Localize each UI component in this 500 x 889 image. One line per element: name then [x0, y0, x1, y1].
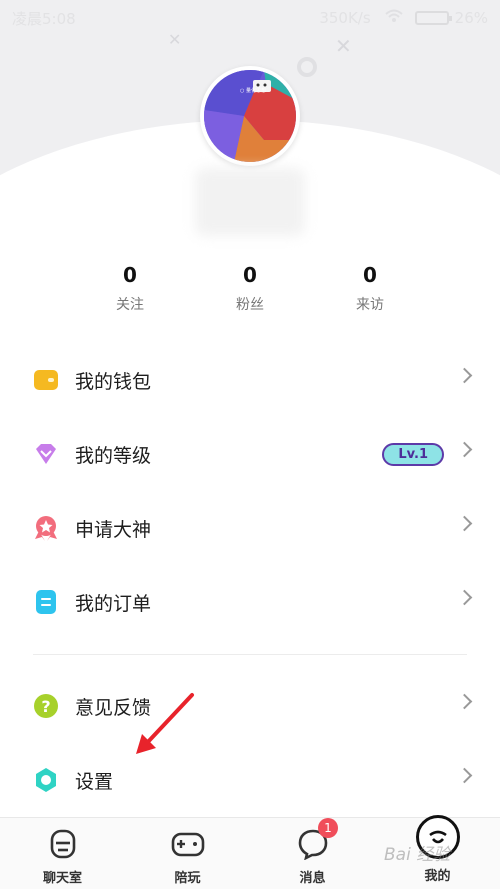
- wallet-icon: [33, 367, 59, 393]
- svg-text:?: ?: [41, 697, 50, 716]
- gamepad-icon: [171, 827, 205, 861]
- stat-label: 关注: [116, 297, 144, 313]
- wifi-icon: [384, 9, 403, 27]
- status-time: 凌晨5:08: [12, 9, 76, 28]
- sparkle-decoration-icon: ✕: [168, 30, 182, 49]
- menu-item-level[interactable]: 我的等级 Lv.1: [0, 424, 500, 484]
- stat-value: 0: [363, 263, 377, 287]
- stat-label: 粉丝: [236, 297, 264, 313]
- tab-label: 我的: [424, 869, 451, 884]
- battery-percent: 26%: [454, 9, 488, 27]
- username-blurred: [195, 168, 305, 236]
- menu-label: 申请大神: [75, 518, 152, 541]
- avatar[interactable]: ○ 量化思想: [200, 66, 300, 166]
- gear-icon: [33, 767, 59, 793]
- tab-label: 陪玩: [174, 871, 201, 886]
- profile-stats: 0 关注 0 粉丝 0 来访: [70, 262, 430, 314]
- diamond-icon: [33, 441, 59, 467]
- level-badge: Lv.1: [382, 443, 444, 466]
- menu-label: 设置: [75, 770, 114, 793]
- tab-label: 聊天室: [42, 871, 82, 886]
- question-icon: ?: [33, 693, 59, 719]
- divider: [33, 654, 467, 655]
- tab-label: 消息: [299, 871, 326, 886]
- unread-badge: 1: [318, 818, 338, 838]
- menu-item-feedback[interactable]: ? 意见反馈: [0, 676, 500, 736]
- battery-icon: [414, 11, 452, 25]
- tab-play[interactable]: 陪玩: [125, 818, 250, 889]
- menu-item-orders[interactable]: 我的订单: [0, 572, 500, 632]
- medal-icon: [33, 515, 59, 541]
- stat-value: 0: [243, 263, 257, 287]
- avatar-image: [204, 70, 296, 162]
- annotation-arrow-icon: [136, 693, 194, 754]
- stat-label: 来访: [356, 297, 384, 313]
- stat-visitors[interactable]: 0 来访: [310, 262, 430, 314]
- tab-chat-room[interactable]: 聊天室: [0, 818, 125, 889]
- tab-messages[interactable]: 1 消息: [250, 818, 375, 889]
- menu-item-apply-master[interactable]: 申请大神: [0, 498, 500, 558]
- ring-decoration-icon: [297, 57, 317, 77]
- watermark: Bai 经验: [384, 845, 451, 865]
- network-speed: 350K/s: [319, 9, 371, 27]
- stat-fans[interactable]: 0 粉丝: [190, 262, 310, 314]
- status-bar: 凌晨5:08 350K/s 26%: [0, 0, 500, 36]
- stat-following[interactable]: 0 关注: [70, 262, 190, 314]
- menu-item-settings[interactable]: 设置: [0, 750, 500, 810]
- menu-label: 我的订单: [75, 592, 152, 615]
- stat-value: 0: [123, 263, 137, 287]
- menu-label: 我的钱包: [75, 370, 152, 393]
- avatar-caption: ○ 量化思想: [240, 88, 266, 94]
- chat-room-icon: [46, 827, 80, 861]
- order-list-icon: [33, 589, 59, 615]
- sparkle-decoration-icon: ✕: [335, 34, 352, 58]
- menu-item-wallet[interactable]: 我的钱包: [0, 350, 500, 410]
